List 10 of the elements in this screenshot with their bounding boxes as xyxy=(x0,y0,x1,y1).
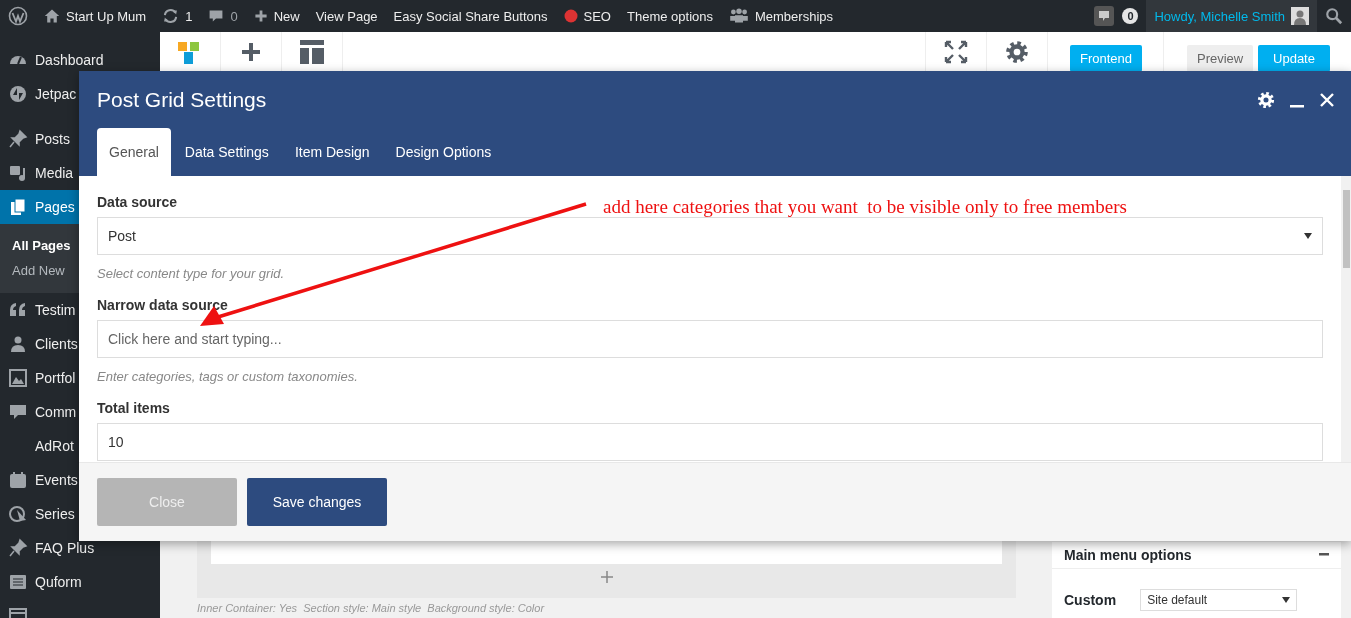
annotation-text: add here categories that you want to be visible only to free members xyxy=(603,196,1127,218)
panel-title: Main menu options xyxy=(1064,547,1192,563)
section-info: Inner Container: Yes Section style: Main style Background style: Color xyxy=(197,602,546,615)
option-label: Custom xyxy=(1064,592,1117,608)
field-hint: Enter categories, tags or custom taxonomies. xyxy=(97,369,358,384)
modal-title: Post Grid Settings xyxy=(97,87,268,112)
field-label: Narrow data source xyxy=(97,297,228,313)
field-hint: Select content type for your grid. xyxy=(97,266,285,281)
field-label: Data source xyxy=(97,194,178,210)
field-label: Total items xyxy=(97,400,170,416)
